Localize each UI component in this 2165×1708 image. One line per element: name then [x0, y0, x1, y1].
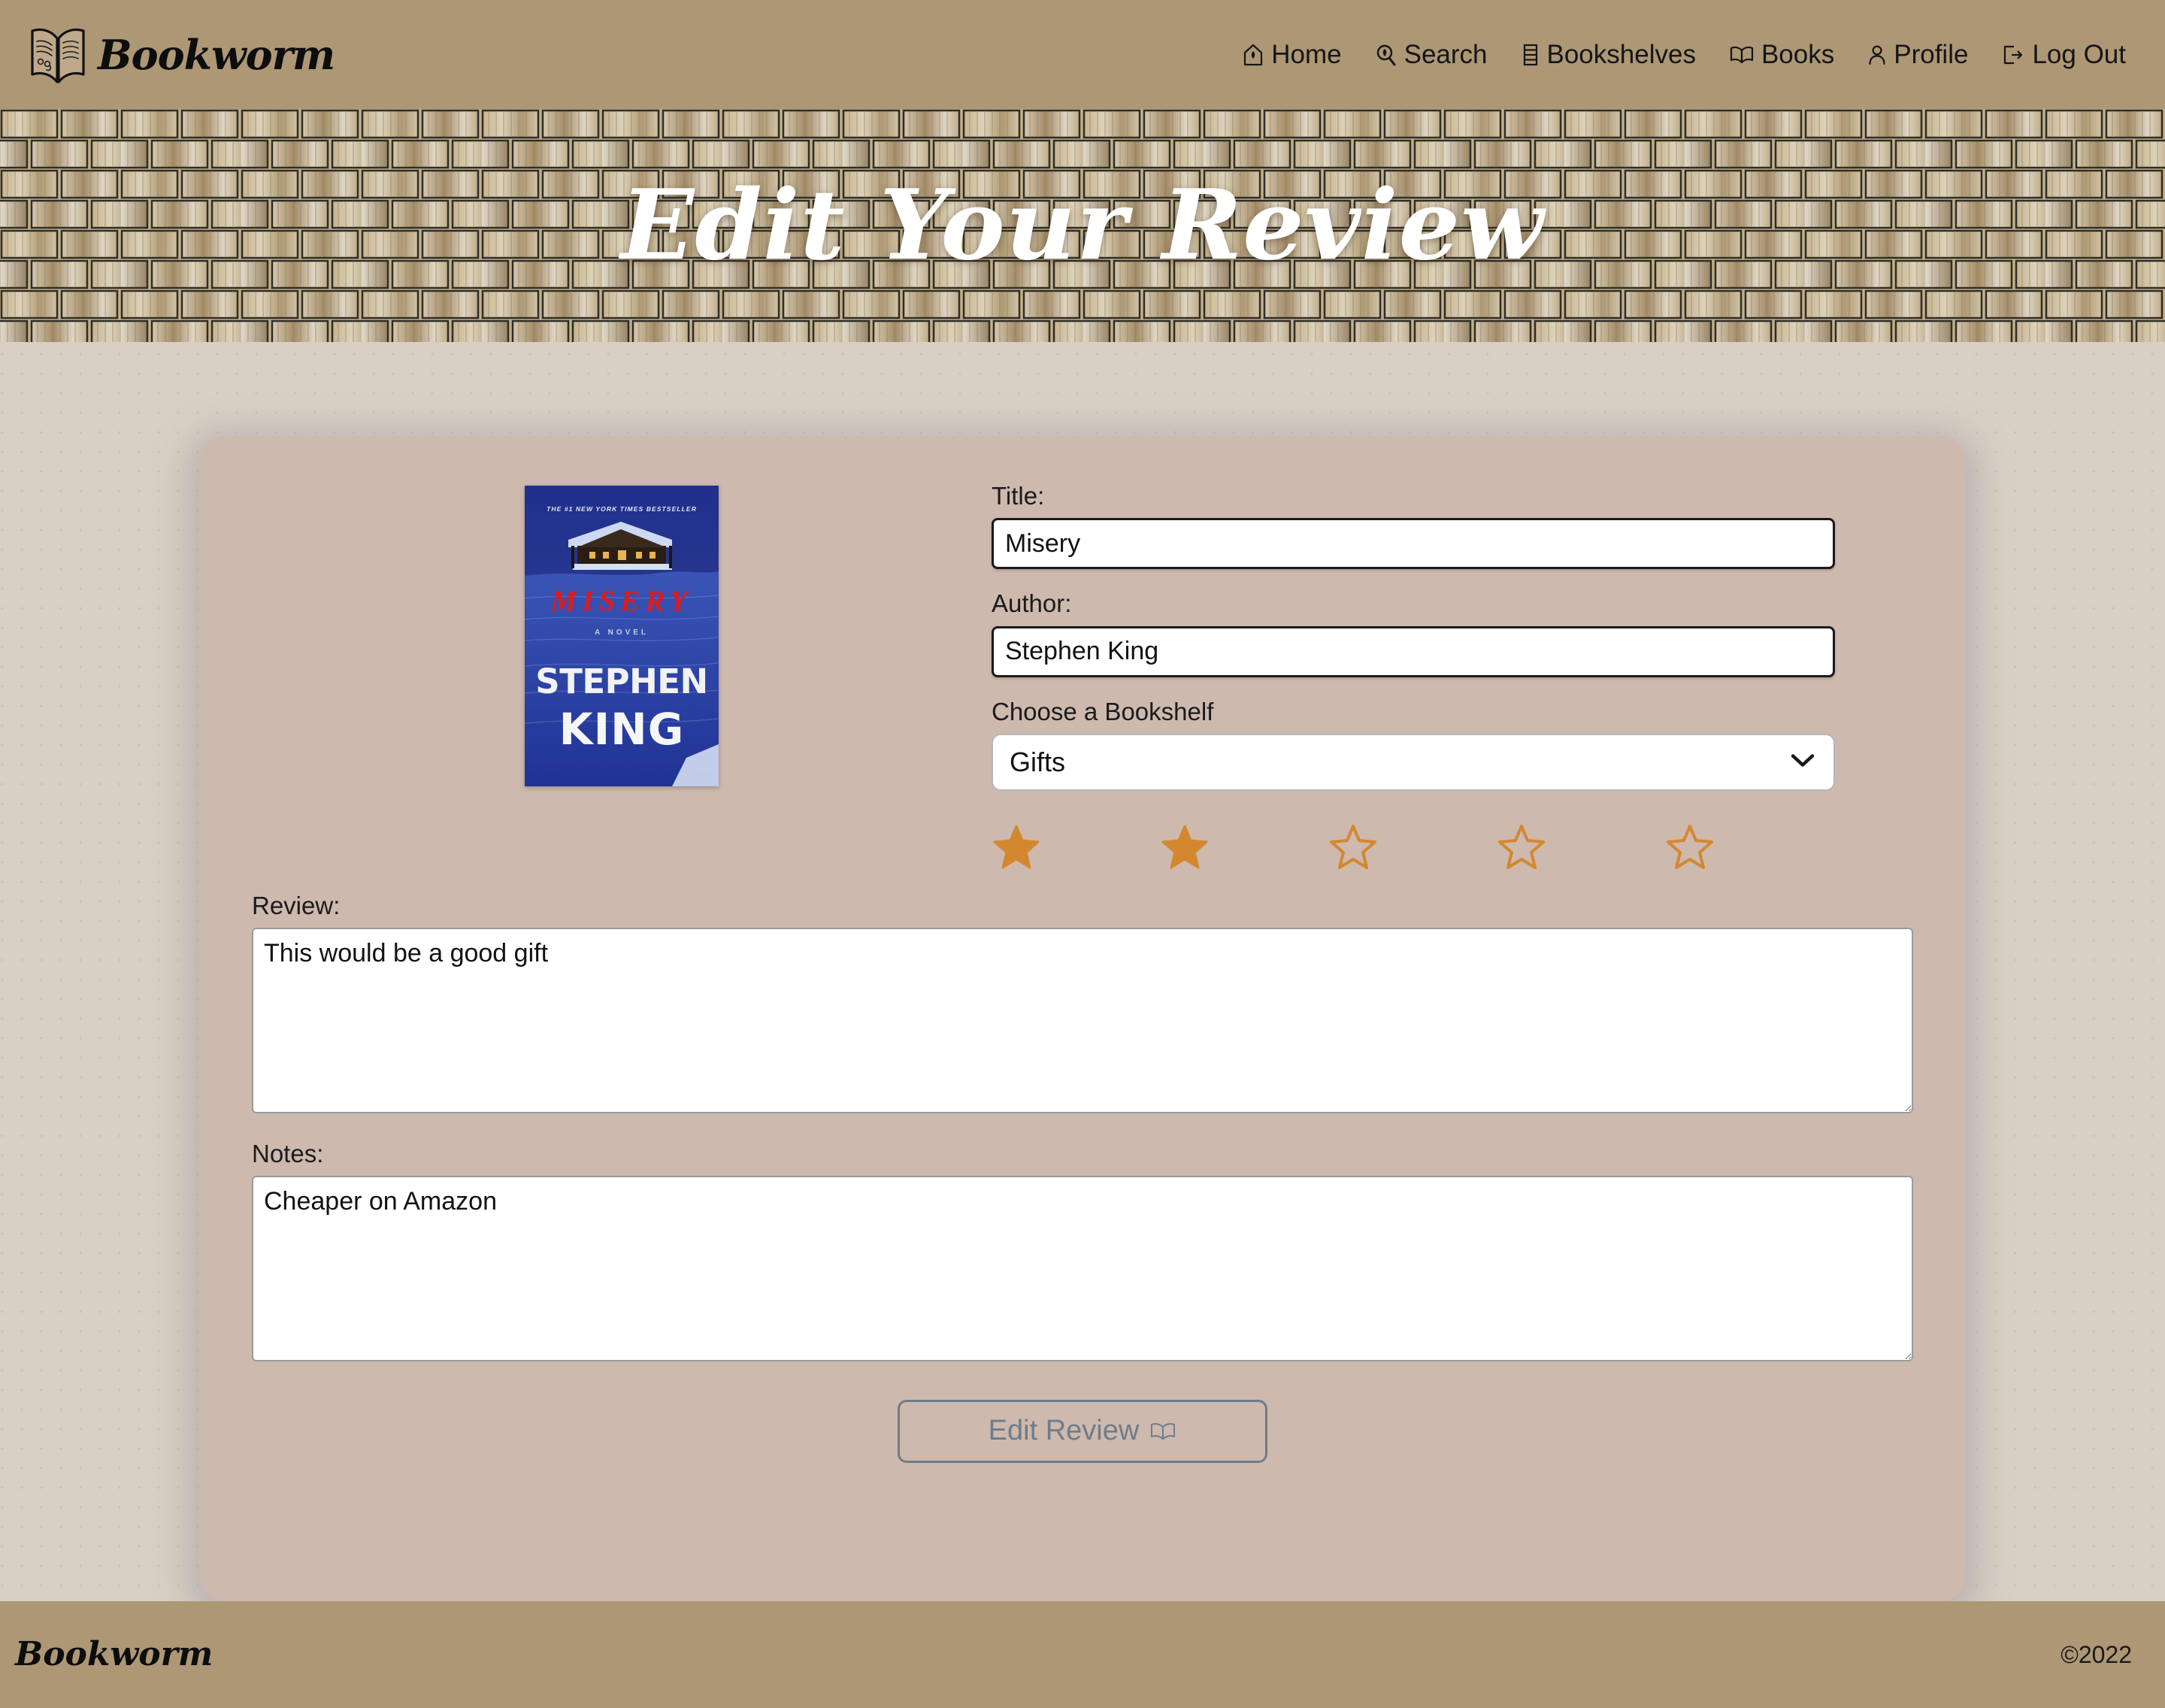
rating-stars — [992, 824, 1835, 869]
nav-item-books[interactable]: Books — [1729, 41, 1834, 68]
main-content: THE #1 NEW YORK TIMES BESTSELLER MISERY … — [0, 342, 2165, 1601]
brand-name: Bookworm — [98, 30, 335, 79]
cover-subtitle-text: A NOVEL — [595, 628, 649, 637]
footer-brand: Bookworm — [15, 1635, 213, 1673]
bookshelf-list-icon — [1521, 43, 1540, 67]
form-fields-column: Title: Author: Choose a Bookshelf — [992, 482, 1913, 869]
person-icon — [1867, 43, 1887, 67]
author-input[interactable] — [992, 625, 1835, 677]
open-book-logo-icon — [29, 23, 87, 86]
footer-copyright: ©2022 — [2061, 1641, 2132, 1668]
nav-label-books: Books — [1761, 40, 1835, 69]
open-book-icon — [1729, 43, 1755, 67]
review-label: Review: — [252, 891, 341, 919]
search-icon — [1375, 43, 1397, 67]
rating-star-1[interactable] — [993, 824, 1161, 869]
edit-review-button[interactable]: Edit Review — [898, 1399, 1267, 1463]
cover-author-line1: STEPHEN — [535, 662, 707, 701]
book-cover-column: THE #1 NEW YORK TIMES BESTSELLER MISERY … — [252, 483, 992, 786]
cover-author-line2: KING — [559, 704, 685, 755]
review-field-block: Review: This would be a good gift — [252, 892, 1913, 1117]
notes-label: Notes: — [252, 1139, 324, 1167]
logout-icon — [2001, 43, 2025, 67]
book-cover-image: THE #1 NEW YORK TIMES BESTSELLER MISERY … — [525, 486, 719, 786]
review-textarea[interactable]: This would be a good gift — [252, 927, 1913, 1113]
nav-label-search: Search — [1403, 40, 1488, 69]
nav-item-bookshelves[interactable]: Bookshelves — [1521, 41, 1696, 68]
rating-star-3[interactable] — [1330, 824, 1498, 869]
author-label: Author: — [992, 589, 1072, 618]
nav-item-profile[interactable]: Profile — [1867, 41, 1968, 68]
page-title: Edit Your Review — [620, 169, 1545, 282]
brand-logo-link[interactable]: Bookworm — [29, 23, 335, 86]
nav-label-home: Home — [1271, 40, 1342, 69]
nav-label-bookshelves: Bookshelves — [1546, 40, 1696, 69]
nav-item-search[interactable]: Search — [1375, 41, 1488, 68]
author-field-block: Author: — [992, 589, 1835, 677]
rating-star-4[interactable] — [1498, 824, 1667, 869]
title-input[interactable] — [992, 518, 1835, 570]
nav-label-logout: Log Out — [2032, 40, 2126, 69]
bookshelf-field-block: Choose a Bookshelf — [992, 698, 1835, 791]
title-field-block: Title: — [992, 482, 1835, 570]
home-icon — [1242, 43, 1264, 67]
main-navigation: Home Search Bookshelves Books Profile Lo… — [1242, 41, 2126, 68]
site-header: Bookworm Home Search Bookshelves Books P… — [0, 0, 2165, 109]
cover-title-text: MISERY — [550, 585, 693, 617]
nav-item-logout[interactable]: Log Out — [2001, 41, 2126, 68]
edit-review-button-label: Edit Review — [988, 1415, 1140, 1447]
card-top-row: THE #1 NEW YORK TIMES BESTSELLER MISERY … — [252, 482, 1913, 869]
nav-label-profile: Profile — [1894, 40, 1969, 69]
rating-star-5[interactable] — [1667, 824, 1835, 869]
open-book-icon — [1149, 1420, 1176, 1443]
rating-star-2[interactable] — [1161, 824, 1330, 869]
bookshelf-select[interactable] — [992, 733, 1835, 791]
site-footer: Bookworm ©2022 — [0, 1601, 2165, 1708]
notes-field-block: Notes: Cheaper on Amazon — [252, 1140, 1913, 1365]
title-label: Title: — [992, 482, 1045, 510]
notes-textarea[interactable]: Cheaper on Amazon — [252, 1175, 1913, 1361]
nav-item-home[interactable]: Home — [1242, 40, 1342, 69]
hero-banner: Edit Your Review — [0, 109, 2165, 342]
edit-review-card: THE #1 NEW YORK TIMES BESTSELLER MISERY … — [199, 436, 1966, 1601]
cover-banner-text: THE #1 NEW YORK TIMES BESTSELLER — [547, 505, 697, 513]
submit-row: Edit Review — [252, 1399, 1913, 1463]
bookshelf-label: Choose a Bookshelf — [992, 697, 1214, 725]
